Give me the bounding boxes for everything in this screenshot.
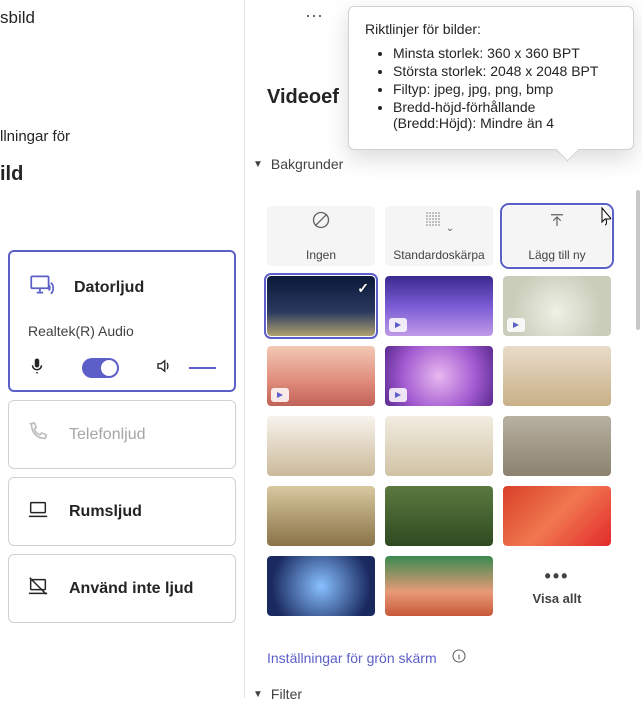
no-audio-icon — [27, 575, 49, 602]
video-badge-icon — [389, 318, 407, 332]
background-thumbnail[interactable] — [267, 486, 375, 546]
backgrounds-grid: Ingen ⌄ Standardoskärpa Lägg till ny — [267, 206, 634, 616]
no-audio-card[interactable]: Använd inte ljud — [8, 554, 236, 623]
background-thumbnail[interactable] — [503, 276, 611, 336]
view-all-label: Visa allt — [533, 591, 582, 606]
microphone-toggle[interactable] — [82, 358, 119, 378]
chevron-down-icon: ⌄ — [446, 223, 454, 234]
scrollbar-thumb[interactable] — [636, 190, 640, 330]
video-badge-icon — [271, 388, 289, 402]
background-thumbnail[interactable] — [267, 346, 375, 406]
settings-partial-text: llningar för — [0, 128, 244, 145]
background-thumbnail[interactable] — [385, 346, 493, 406]
view-all-button[interactable]: ••• Visa allt — [503, 556, 611, 616]
tooltip-item: Bredd-höjd-förhållande (Bredd:Höjd): Min… — [393, 99, 617, 131]
tooltip-item: Filtyp: jpeg, jpg, png, bmp — [393, 81, 617, 97]
backgrounds-section-header[interactable]: ▼ Bakgrunder — [253, 156, 634, 172]
audio-device-name[interactable]: Realtek(R) Audio — [10, 323, 234, 357]
background-thumbnail[interactable] — [503, 346, 611, 406]
background-thumbnail[interactable] — [503, 486, 611, 546]
microphone-icon[interactable] — [28, 357, 46, 378]
background-thumbnail[interactable] — [385, 276, 493, 336]
pointer-cursor-icon — [596, 206, 616, 233]
computer-audio-icon — [28, 272, 54, 303]
room-audio-label: Rumsljud — [69, 503, 142, 521]
header-partial-text: sbild — [0, 0, 244, 28]
backgrounds-label: Bakgrunder — [271, 156, 343, 172]
video-effects-title: Videoef — [267, 86, 339, 109]
add-new-label: Lägg till ny — [503, 248, 611, 262]
background-thumbnail[interactable] — [385, 486, 493, 546]
background-thumbnail[interactable] — [385, 416, 493, 476]
video-badge-icon — [507, 318, 525, 332]
room-icon — [27, 498, 49, 525]
green-screen-label: Inställningar för grön skärm — [267, 650, 437, 666]
background-add-new-button[interactable]: Lägg till ny — [503, 206, 611, 266]
speaker-icon[interactable] — [155, 357, 173, 378]
none-icon — [311, 218, 331, 238]
tooltip-title: Riktlinjer för bilder: — [365, 21, 617, 37]
computer-audio-label: Datorljud — [74, 279, 144, 297]
more-options-button[interactable]: ⋯ — [305, 6, 325, 27]
background-thumbnail[interactable] — [503, 416, 611, 476]
background-thumbnail[interactable] — [267, 416, 375, 476]
tooltip-list: Minsta storlek: 360 x 360 BPT Största st… — [365, 45, 617, 131]
upload-icon — [548, 219, 566, 237]
background-thumbnail[interactable]: ✓ — [267, 276, 375, 336]
audio-options-list: Datorljud Realtek(R) Audio Telefonljud — [8, 250, 236, 623]
image-guidelines-tooltip: Riktlinjer för bilder: Minsta storlek: 3… — [348, 6, 634, 150]
blur-label: Standardoskärpa — [385, 248, 493, 262]
phone-icon — [27, 421, 49, 448]
filter-label: Filter — [271, 686, 302, 702]
filter-section-header[interactable]: ▼ Filter — [253, 686, 302, 702]
background-none-button[interactable]: Ingen — [267, 206, 375, 266]
chevron-down-icon: ▼ — [253, 159, 263, 170]
computer-audio-card[interactable]: Datorljud Realtek(R) Audio — [8, 250, 236, 392]
phone-audio-card[interactable]: Telefonljud — [8, 400, 236, 469]
green-screen-settings-link[interactable]: Inställningar för grön skärm — [267, 648, 467, 667]
selected-checkmark-icon: ✓ — [357, 280, 369, 297]
tooltip-item: Minsta storlek: 360 x 360 BPT — [393, 45, 617, 61]
video-badge-icon — [389, 388, 407, 402]
room-audio-card[interactable]: Rumsljud — [8, 477, 236, 546]
left-panel: sbild llningar för ild Datorljud Realtek… — [0, 0, 245, 698]
background-blur-button[interactable]: ⌄ Standardoskärpa — [385, 206, 493, 266]
background-thumbnail[interactable] — [385, 556, 493, 616]
info-icon[interactable] — [451, 648, 467, 667]
background-thumbnail[interactable] — [267, 556, 375, 616]
blur-icon — [424, 218, 442, 239]
more-dots-icon: ••• — [545, 566, 570, 587]
no-audio-label: Använd inte ljud — [69, 580, 193, 598]
none-label: Ingen — [267, 248, 375, 262]
heading-partial-text: ild — [0, 163, 244, 186]
tooltip-item: Största storlek: 2048 x 2048 BPT — [393, 63, 617, 79]
volume-slider[interactable] — [189, 367, 216, 369]
phone-audio-label: Telefonljud — [69, 426, 146, 444]
